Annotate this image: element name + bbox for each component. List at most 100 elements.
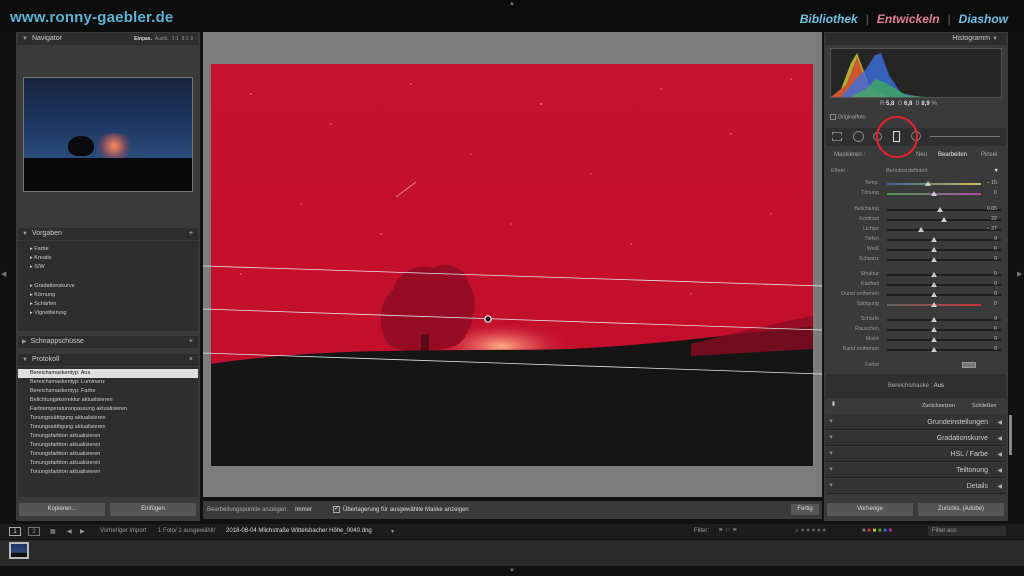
slider-knob[interactable] xyxy=(931,302,937,307)
slider-knob[interactable] xyxy=(931,347,937,352)
range-mask-select[interactable]: Aus xyxy=(934,383,944,389)
slider-knob[interactable] xyxy=(931,272,937,277)
slider-knob[interactable] xyxy=(931,237,937,242)
slider-knob[interactable] xyxy=(925,181,932,186)
slider-knob[interactable] xyxy=(936,207,943,212)
adjustment-slider[interactable]: Temp. − 15 xyxy=(831,179,1001,189)
copy-button[interactable]: Kopieren... xyxy=(19,503,105,516)
slider-knob[interactable] xyxy=(931,292,937,297)
adjustment-slider[interactable]: Moiré 0 xyxy=(831,335,1001,345)
section-details[interactable]: ▼ Details ◀ xyxy=(826,479,1006,494)
history-item[interactable]: Tonungsfarbton aktualisieren xyxy=(18,468,198,477)
zoom-fill[interactable]: Ausfü. xyxy=(155,36,169,42)
presets-header[interactable]: ▼ Vorgaben + xyxy=(18,228,198,240)
adjustment-slider[interactable]: Sättigung 0 xyxy=(831,300,1001,310)
right-scrollbar[interactable] xyxy=(1009,415,1012,455)
section-split-toning[interactable]: ▼ Teiltonung ◀ xyxy=(826,463,1006,478)
window-2-button[interactable]: 2 xyxy=(28,527,40,536)
back-arrow-icon[interactable]: ◀ xyxy=(67,528,72,535)
history-item[interactable]: Bereichsmaskentyp: Aus xyxy=(18,369,198,378)
mask-new[interactable]: Neu xyxy=(916,152,927,158)
history-item[interactable]: Tonungsfarbton aktualisieren xyxy=(18,432,198,441)
preset-folder[interactable]: ▸ S/W xyxy=(18,263,198,272)
slider-knob[interactable] xyxy=(931,337,937,342)
slider-knob[interactable] xyxy=(931,317,937,322)
history-item[interactable]: Belichtungskorrektur aktualisieren xyxy=(18,396,198,405)
clear-history-icon[interactable]: × xyxy=(189,354,193,366)
navigator-preview[interactable] xyxy=(23,77,193,192)
preset-folder[interactable]: ▸ Körnung xyxy=(18,291,198,300)
slider-value[interactable]: 0,65 xyxy=(981,206,997,212)
right-panel-toggle-icon[interactable]: ▶ xyxy=(1017,270,1022,278)
window-1-button[interactable]: 1 xyxy=(9,527,21,536)
adjustment-slider[interactable]: Tönung 0 xyxy=(831,189,1001,199)
mask-reset-button[interactable]: Zurücksetzen xyxy=(922,403,955,409)
zoom-fit[interactable]: Einpas. xyxy=(134,36,152,42)
slider-knob[interactable] xyxy=(931,257,937,262)
filmstrip-thumbnail[interactable] xyxy=(9,542,29,559)
bottom-panel-toggle-icon[interactable]: ▼ xyxy=(509,568,515,574)
slider-value[interactable]: 0 xyxy=(981,291,997,297)
adjustment-slider[interactable]: Belichtung 0,65 xyxy=(831,205,1001,215)
slider-value[interactable]: − 27 xyxy=(981,226,997,232)
history-item[interactable]: Tonungsfarbton aktualisieren xyxy=(18,441,198,450)
slider-value[interactable]: 0 xyxy=(981,246,997,252)
preset-folder[interactable]: ▸ Farbe xyxy=(18,245,198,254)
slider-value[interactable]: 0 xyxy=(981,271,997,277)
slider-value[interactable]: 0 xyxy=(981,316,997,322)
module-slideshow[interactable]: Diashow xyxy=(959,12,1008,26)
slider-knob[interactable] xyxy=(931,282,937,287)
zoom-3-1[interactable]: 3:1 xyxy=(181,36,188,42)
add-preset-icon[interactable]: + xyxy=(189,228,193,240)
forward-arrow-icon[interactable]: ▶ xyxy=(80,528,85,535)
section-basic[interactable]: ▼ Grundeinstellungen ◀ xyxy=(826,415,1006,430)
filename[interactable]: 2018-08-04 Milchstraße Wittelsbacher Höh… xyxy=(226,528,372,534)
slider-track[interactable] xyxy=(887,183,981,185)
module-develop[interactable]: Entwickeln xyxy=(877,12,940,26)
preset-folder[interactable]: ▸ Gradationskurve xyxy=(18,282,198,291)
original-photo-toggle[interactable]: Originalfoto xyxy=(830,114,866,120)
history-item[interactable]: Tonungsfarbton aktualisieren xyxy=(18,450,198,459)
add-snapshot-icon[interactable]: + xyxy=(189,336,193,348)
previous-import-label[interactable]: Vorheriger Import xyxy=(100,528,146,534)
adjustment-slider[interactable]: Schärfe 0 xyxy=(831,315,1001,325)
adjustment-slider[interactable]: Rauschen 0 xyxy=(831,325,1001,335)
slider-value[interactable]: 0 xyxy=(981,301,997,307)
snapshots-header[interactable]: ▶ Schnappschüsse + xyxy=(18,336,198,348)
history-item[interactable]: Bereichsmaskentyp: Farbe xyxy=(18,387,198,396)
crop-tool-icon[interactable] xyxy=(832,132,842,141)
adjustment-slider[interactable]: Lichter − 27 xyxy=(831,225,1001,235)
preset-folder[interactable]: ▸ Kreativ xyxy=(18,254,198,263)
slider-value[interactable]: 0 xyxy=(981,256,997,262)
history-item[interactable]: Bereichsmaskentyp: Luminanz xyxy=(18,378,198,387)
mask-edit[interactable]: Bearbeiten xyxy=(938,152,967,158)
slider-knob[interactable] xyxy=(917,227,924,232)
filename-dropdown-icon[interactable]: ▾ xyxy=(391,528,394,535)
navigator-header[interactable]: ▼ Navigator Einpas. Ausfü. 1:1 3:1 ⇕ xyxy=(18,33,198,45)
done-button[interactable]: Fertig xyxy=(791,504,819,515)
slider-knob[interactable] xyxy=(931,247,937,252)
adjustment-slider[interactable]: Kontrast 22 xyxy=(831,215,1001,225)
slider-value[interactable]: 22 xyxy=(981,216,997,222)
slider-value[interactable]: 0 xyxy=(981,236,997,242)
adjustment-slider[interactable]: Rand entfernen 0 xyxy=(831,345,1001,355)
adjustment-slider[interactable]: Dunst entfernen 0 xyxy=(831,290,1001,300)
show-pins-select[interactable]: Immer xyxy=(295,507,312,513)
slider-value[interactable]: 0 xyxy=(981,190,997,196)
color-label-filter[interactable]: ■ ■ ■ ■ ■ ■ xyxy=(862,528,892,534)
paste-button[interactable]: Einfügen xyxy=(110,503,196,516)
preset-folder[interactable]: ▸ Vignettierung xyxy=(18,309,198,318)
top-panel-toggle-icon[interactable]: ▲ xyxy=(509,1,515,7)
module-library[interactable]: Bibliothek xyxy=(800,12,858,26)
adjustment-slider[interactable]: Klarheit 0 xyxy=(831,280,1001,290)
mask-switch-icon[interactable]: ▮ xyxy=(832,401,835,407)
slider-value[interactable]: 0 xyxy=(981,326,997,332)
section-hsl[interactable]: ▼ HSL / Farbe ◀ xyxy=(826,447,1006,462)
adjustment-slider[interactable]: Tiefen 0 xyxy=(831,235,1001,245)
history-item[interactable]: Tonungssättigung aktualisieren xyxy=(18,423,198,432)
mask-close-button[interactable]: Schließen xyxy=(972,403,996,409)
overlay-checkbox[interactable]: ✓ xyxy=(333,506,340,513)
slider-knob[interactable] xyxy=(931,191,937,196)
slider-value[interactable]: − 15 xyxy=(981,180,997,186)
rating-filter[interactable]: ≥ ★★★★★ xyxy=(795,527,827,534)
